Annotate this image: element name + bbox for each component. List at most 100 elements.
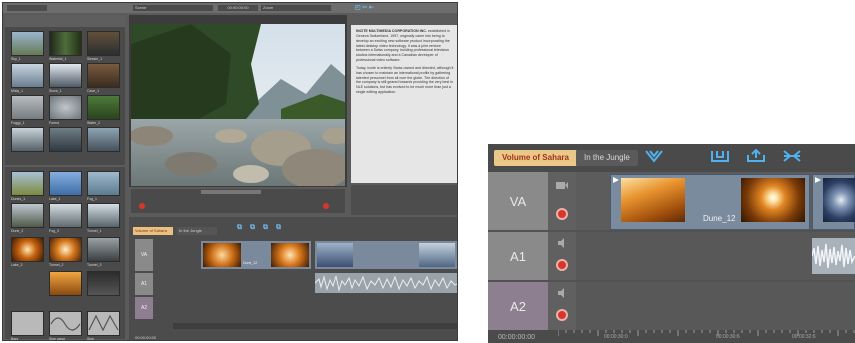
clip-frame — [271, 243, 309, 267]
ruler-label: 00:00:30:0 — [604, 334, 628, 340]
audio-clip[interactable] — [811, 238, 855, 274]
effect-preset-sine-wave[interactable] — [49, 311, 82, 336]
timeline-tab-active[interactable]: Volume of Sahara — [133, 227, 173, 235]
video-clip-next[interactable] — [812, 174, 855, 230]
title-tools[interactable] — [351, 185, 457, 215]
track-header-a2[interactable]: A2 — [135, 297, 153, 319]
clip-start-marker-icon — [613, 177, 619, 183]
audio-clip[interactable] — [314, 273, 457, 293]
thumb-label: Sky_1 — [11, 57, 21, 61]
time-field[interactable]: 00:00:00:00 — [218, 5, 258, 11]
clip-thumbnail[interactable] — [11, 31, 44, 56]
article-title: INCITE MULTIMEDIA CORPORATION INC. — [356, 29, 427, 33]
clip-thumbnail[interactable] — [49, 63, 82, 88]
clip-thumbnail[interactable] — [87, 31, 120, 56]
speaker-icon[interactable] — [557, 288, 567, 298]
thumb-label: Snow_1 — [49, 89, 62, 93]
video-clip[interactable]: Dune_12 — [201, 241, 311, 269]
ruler-label: 00:00:32:6 — [792, 334, 816, 340]
record-enable-icon[interactable] — [556, 208, 568, 220]
split-clip-icon[interactable] — [644, 149, 664, 163]
clip-thumbnail[interactable] — [49, 271, 82, 296]
track-header-va[interactable]: VA — [488, 172, 548, 230]
track-header-va[interactable]: VA — [135, 239, 153, 271]
a2-track-controls — [548, 282, 576, 330]
thumb-label: Water_2 — [87, 121, 101, 125]
effect-preset-sine[interactable] — [87, 311, 120, 336]
clip-frame — [317, 243, 353, 267]
track-header-a1[interactable]: A1 — [488, 232, 548, 280]
thumb-label: Dune_2 — [11, 229, 24, 233]
clip-thumbnail[interactable] — [87, 127, 120, 152]
sine-wave-icon — [50, 317, 81, 331]
clip-label: Dune_12 — [703, 214, 736, 223]
transport-controls[interactable] — [131, 189, 345, 213]
clip-thumbnail[interactable] — [49, 203, 82, 228]
record-enable-icon[interactable] — [556, 259, 568, 271]
track-header-a1[interactable]: A1 — [135, 273, 153, 295]
thumb-label: Bars — [11, 337, 19, 341]
clip-thumbnail[interactable] — [87, 203, 120, 228]
video-clip-dune[interactable]: Dune_12 — [610, 174, 810, 230]
thumb-label: Dunes_1 — [11, 197, 26, 201]
edit-tool-icons[interactable]: ⧉⧉⧉⧉ — [237, 224, 289, 232]
article-paragraph: Today, Incite is entirely Swiss owned an… — [356, 65, 454, 95]
zoom-dropdown[interactable]: Zoom — [261, 5, 331, 11]
camera-icon[interactable] — [555, 180, 569, 190]
clip-thumbnail[interactable] — [49, 127, 82, 152]
clip-start-marker-icon — [815, 177, 821, 183]
clip-thumbnail[interactable] — [87, 171, 120, 196]
record-icon[interactable] — [323, 203, 329, 209]
clip-thumbnail[interactable] — [11, 63, 44, 88]
thumb-label: Forest — [49, 121, 59, 125]
speaker-icon[interactable] — [557, 238, 567, 248]
timeline-tab[interactable]: In the Jungle — [177, 227, 217, 235]
clip-thumbnail[interactable] — [49, 237, 82, 262]
track-header-a2[interactable]: A2 — [488, 282, 548, 330]
timeline-detail-screenshot: Volume of Sahara In the Jungle VA A1 A2 … — [488, 144, 855, 343]
record-icon[interactable] — [139, 203, 145, 209]
thumb-label: Foggy_1 — [11, 121, 25, 125]
timeline-timecode: 00:00:00:00 — [135, 335, 157, 340]
timeline-ruler[interactable] — [173, 323, 457, 329]
record-enable-icon[interactable] — [556, 309, 568, 321]
clip-thumbnail[interactable] — [11, 95, 44, 120]
expand-icon[interactable] — [782, 149, 802, 163]
clip-thumbnail[interactable] — [87, 237, 120, 262]
clip-thumbnail[interactable] — [87, 95, 120, 120]
thumb-label: Tunnel_3 — [87, 263, 102, 267]
extract-icon[interactable] — [746, 149, 766, 163]
overwrite-icon[interactable] — [710, 149, 730, 163]
va-track-controls — [548, 172, 576, 230]
bin-tools-icons[interactable]: ◰ ✂ ⇤ — [355, 4, 374, 11]
clip-thumbnail[interactable] — [11, 237, 44, 262]
scrub-bar[interactable] — [201, 190, 261, 194]
clip-thumbnail[interactable] — [87, 271, 120, 296]
sine-icon — [88, 314, 119, 332]
clip-thumbnail[interactable] — [49, 95, 82, 120]
tab-volume-of-sahara[interactable]: Volume of Sahara — [494, 150, 577, 166]
thumb-label: Misty_1 — [11, 89, 24, 93]
source-dropdown[interactable]: Scene — [133, 5, 213, 11]
thumb-label: Lake_1 — [49, 197, 61, 201]
video-clip[interactable] — [315, 241, 457, 269]
clip-thumbnail[interactable] — [49, 31, 82, 56]
clip-frame — [823, 178, 855, 222]
tab-in-the-jungle[interactable]: In the Jungle — [576, 150, 638, 166]
thumb-label: Cave_1 — [87, 89, 100, 93]
clip-thumbnail[interactable] — [49, 171, 82, 196]
audio-waveform — [811, 243, 855, 269]
clip-frame — [203, 243, 241, 267]
article-paragraph: established in Geneva Switzerland, 1997,… — [356, 29, 450, 63]
clip-thumbnail[interactable] — [11, 203, 44, 228]
library-nav[interactable] — [7, 5, 47, 11]
clip-thumbnail[interactable] — [87, 63, 120, 88]
effect-preset-bars[interactable] — [11, 311, 44, 336]
clip-thumbnail[interactable] — [11, 127, 44, 152]
video-preview[interactable] — [131, 24, 345, 186]
clip-frame — [419, 243, 455, 267]
clip-label: Dune_12 — [243, 261, 258, 265]
river-landscape-image — [131, 24, 345, 186]
clip-thumbnail[interactable] — [11, 171, 44, 196]
thumb-label: Fog_1 — [87, 197, 97, 201]
